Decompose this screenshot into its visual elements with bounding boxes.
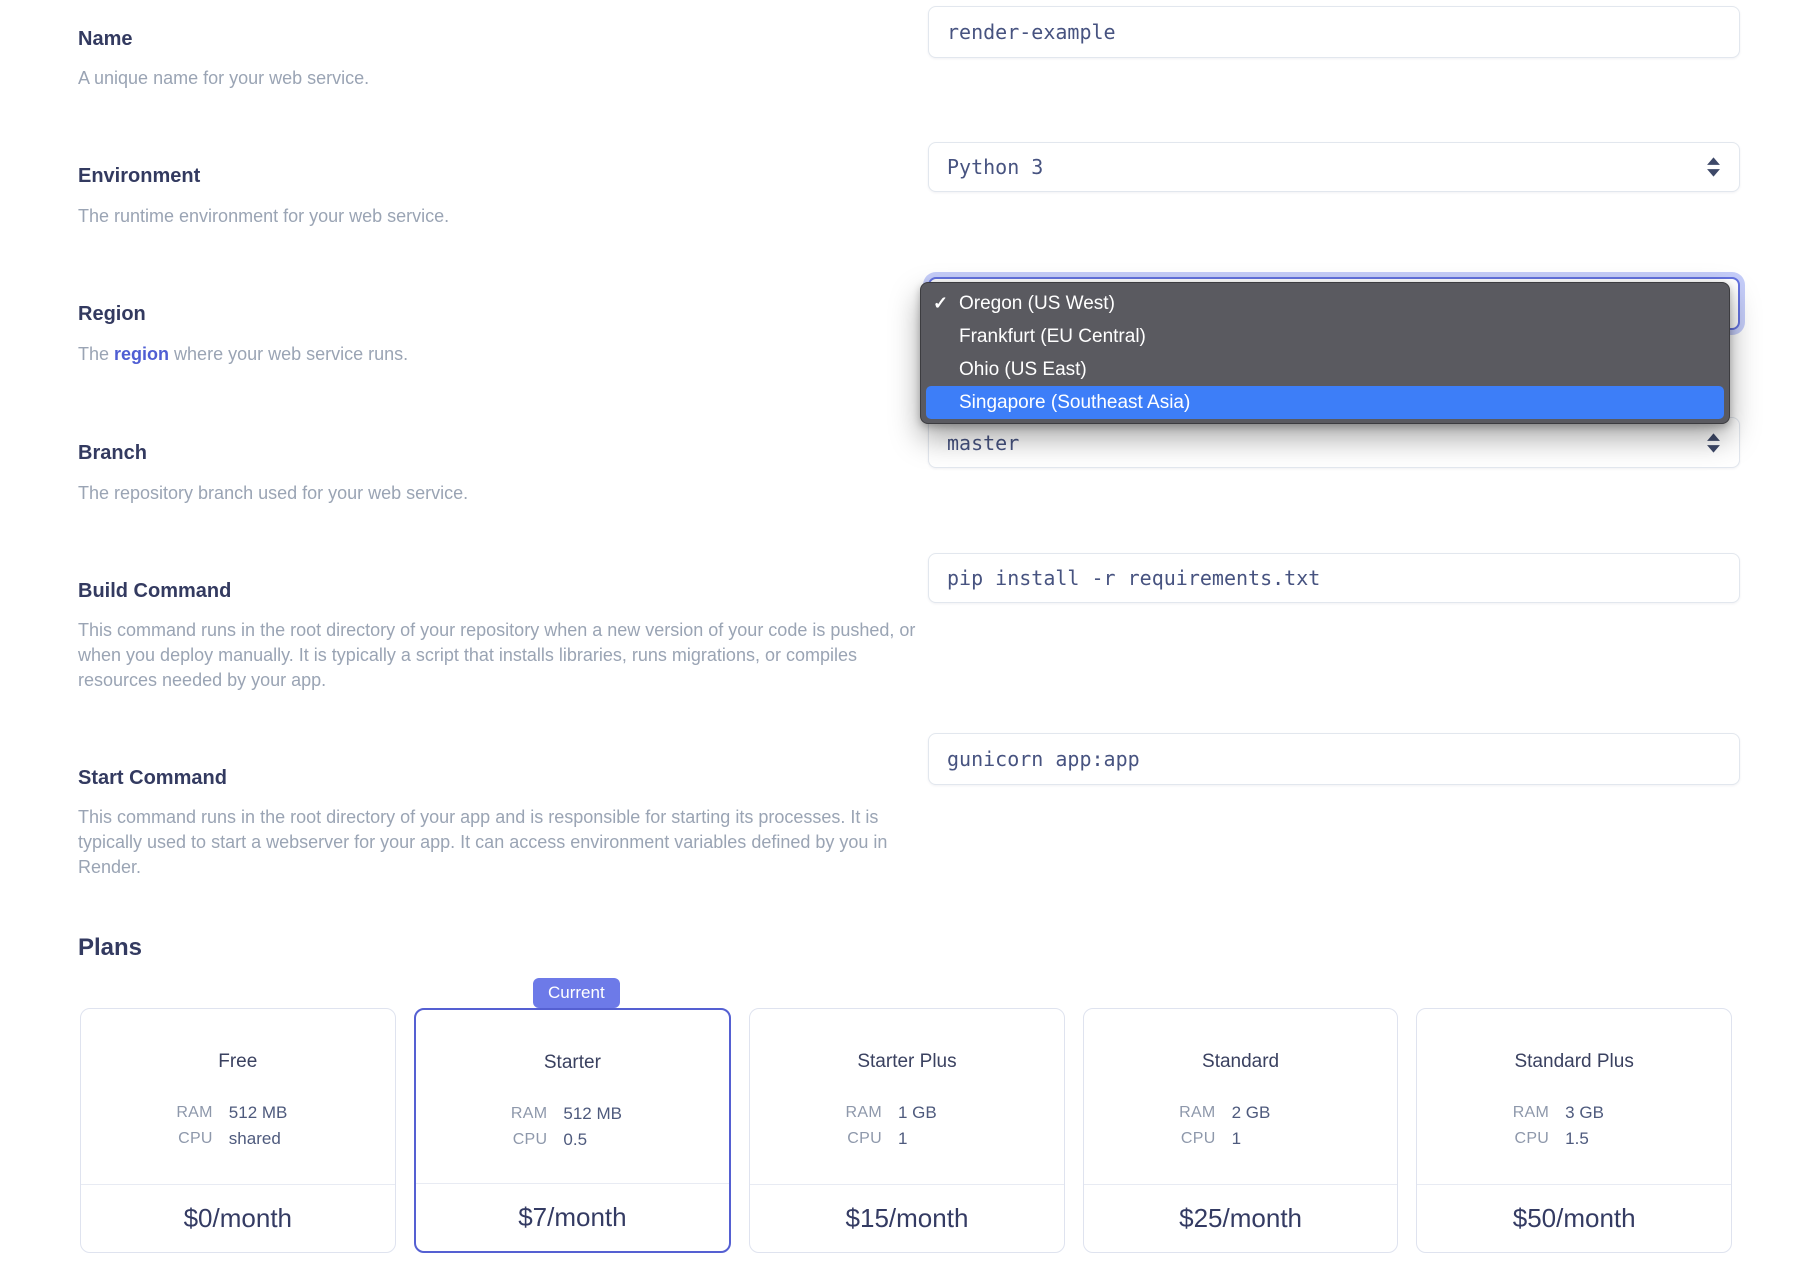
plan-title: Standard bbox=[1202, 1051, 1280, 1072]
plan-card-standard[interactable]: Standard RAM 2 GB CPU 1 $25/month bbox=[1082, 1008, 1399, 1253]
ram-value: 2 GB bbox=[1231, 1103, 1271, 1122]
select-stepper-icon bbox=[1707, 432, 1720, 453]
branch-select-value: master bbox=[947, 430, 1020, 455]
cpu-value: 1 bbox=[897, 1129, 908, 1148]
plan-card-standard-plus[interactable]: Standard Plus RAM 3 GB CPU 1.5 $50/month bbox=[1416, 1008, 1732, 1253]
ram-value: 512 MB bbox=[228, 1103, 288, 1122]
dropdown-option-label: Singapore (Southeast Asia) bbox=[959, 391, 1191, 413]
environment-select-value: Python 3 bbox=[947, 155, 1044, 179]
cpu-label: CPU bbox=[1514, 1130, 1550, 1147]
build-command-label: Build Command bbox=[78, 580, 232, 602]
start-command-description: This command runs in the root directory … bbox=[78, 807, 888, 877]
plan-card-free[interactable]: Free RAM 512 MB CPU shared $0/month bbox=[80, 1008, 396, 1253]
select-stepper-icon bbox=[1707, 157, 1720, 177]
cpu-value: 1 bbox=[1231, 1129, 1242, 1148]
start-command-label: Start Command bbox=[78, 767, 227, 789]
cpu-label: CPU bbox=[1180, 1130, 1216, 1147]
environment-description: The runtime environment for your web ser… bbox=[78, 206, 450, 226]
dropdown-option-label: Frankfurt (EU Central) bbox=[959, 325, 1146, 347]
region-description-suffix: where your web service runs. bbox=[169, 344, 409, 364]
region-label: Region bbox=[78, 303, 146, 325]
ram-value: 3 GB bbox=[1565, 1103, 1604, 1122]
plan-title: Standard Plus bbox=[1514, 1051, 1634, 1072]
plans-heading: Plans bbox=[78, 934, 143, 961]
plan-price: $50/month bbox=[1512, 1203, 1636, 1233]
branch-description: The repository branch used for your web … bbox=[78, 483, 469, 503]
dropdown-option-ohio[interactable]: Ohio (US East) bbox=[921, 353, 1729, 386]
ram-label: RAM bbox=[845, 1104, 882, 1121]
start-command-input[interactable]: gunicorn app:app bbox=[928, 733, 1740, 785]
build-command-value: pip install -r requirements.txt bbox=[947, 566, 1321, 590]
name-input[interactable]: render-example bbox=[928, 6, 1740, 58]
environment-label: Environment bbox=[78, 165, 201, 187]
ram-value: 512 MB bbox=[563, 1104, 622, 1123]
dropdown-option-frankfurt[interactable]: Frankfurt (EU Central) bbox=[921, 320, 1729, 353]
plan-title: Starter Plus bbox=[857, 1051, 957, 1072]
cpu-label: CPU bbox=[847, 1130, 882, 1147]
current-plan-badge: Current bbox=[533, 978, 620, 1008]
plan-card-starter-plus[interactable]: Starter Plus RAM 1 GB CPU 1 $15/month bbox=[749, 1008, 1065, 1253]
branch-select[interactable]: master bbox=[928, 417, 1740, 468]
web-service-settings-page: Name A unique name for your web service.… bbox=[0, 0, 1800, 1266]
name-input-value: render-example bbox=[947, 20, 1116, 44]
ram-value: 1 GB bbox=[897, 1103, 937, 1122]
ram-label: RAM bbox=[1512, 1104, 1550, 1121]
plan-cards: Free RAM 512 MB CPU shared $0/month Starte… bbox=[80, 1008, 1732, 1253]
branch-label: Branch bbox=[78, 442, 147, 464]
dropdown-option-singapore[interactable]: Singapore (Southeast Asia) bbox=[926, 386, 1724, 419]
plan-title: Free bbox=[218, 1051, 258, 1072]
build-command-input[interactable]: pip install -r requirements.txt bbox=[928, 553, 1740, 603]
ram-label: RAM bbox=[1179, 1104, 1216, 1121]
dropdown-option-oregon[interactable]: ✓ Oregon (US West) bbox=[921, 287, 1729, 320]
region-description: The region where your web service runs. bbox=[78, 342, 408, 367]
environment-select[interactable]: Python 3 bbox=[928, 142, 1740, 192]
plan-price: $15/month bbox=[845, 1203, 969, 1233]
region-link[interactable]: region bbox=[114, 344, 169, 364]
plan-title: Starter bbox=[543, 1052, 601, 1073]
region-dropdown-menu: ✓ Oregon (US West) Frankfurt (EU Central… bbox=[920, 282, 1730, 424]
dropdown-option-label: Ohio (US East) bbox=[959, 358, 1087, 380]
dropdown-option-label: Oregon (US West) bbox=[959, 292, 1115, 314]
cpu-value: 0.5 bbox=[563, 1130, 588, 1149]
name-label: Name bbox=[78, 28, 133, 50]
plan-card-starter[interactable]: Starter RAM 512 MB CPU 0.5 $7/month bbox=[413, 1008, 732, 1253]
ram-label: RAM bbox=[510, 1105, 548, 1122]
cpu-label: CPU bbox=[178, 1130, 213, 1147]
cpu-value: shared bbox=[228, 1129, 281, 1148]
start-command-value: gunicorn app:app bbox=[947, 747, 1140, 771]
region-description-prefix: The bbox=[78, 344, 115, 364]
cpu-label: CPU bbox=[512, 1131, 548, 1148]
checkmark-icon: ✓ bbox=[933, 293, 949, 313]
name-description: A unique name for your web service. bbox=[78, 68, 370, 88]
plan-price: $0/month bbox=[183, 1203, 292, 1233]
cpu-value: 1.5 bbox=[1565, 1129, 1589, 1148]
plan-price: $7/month bbox=[518, 1202, 627, 1232]
plan-price: $25/month bbox=[1179, 1203, 1303, 1233]
ram-label: RAM bbox=[176, 1104, 213, 1121]
build-command-description: This command runs in the root directory … bbox=[78, 620, 916, 690]
